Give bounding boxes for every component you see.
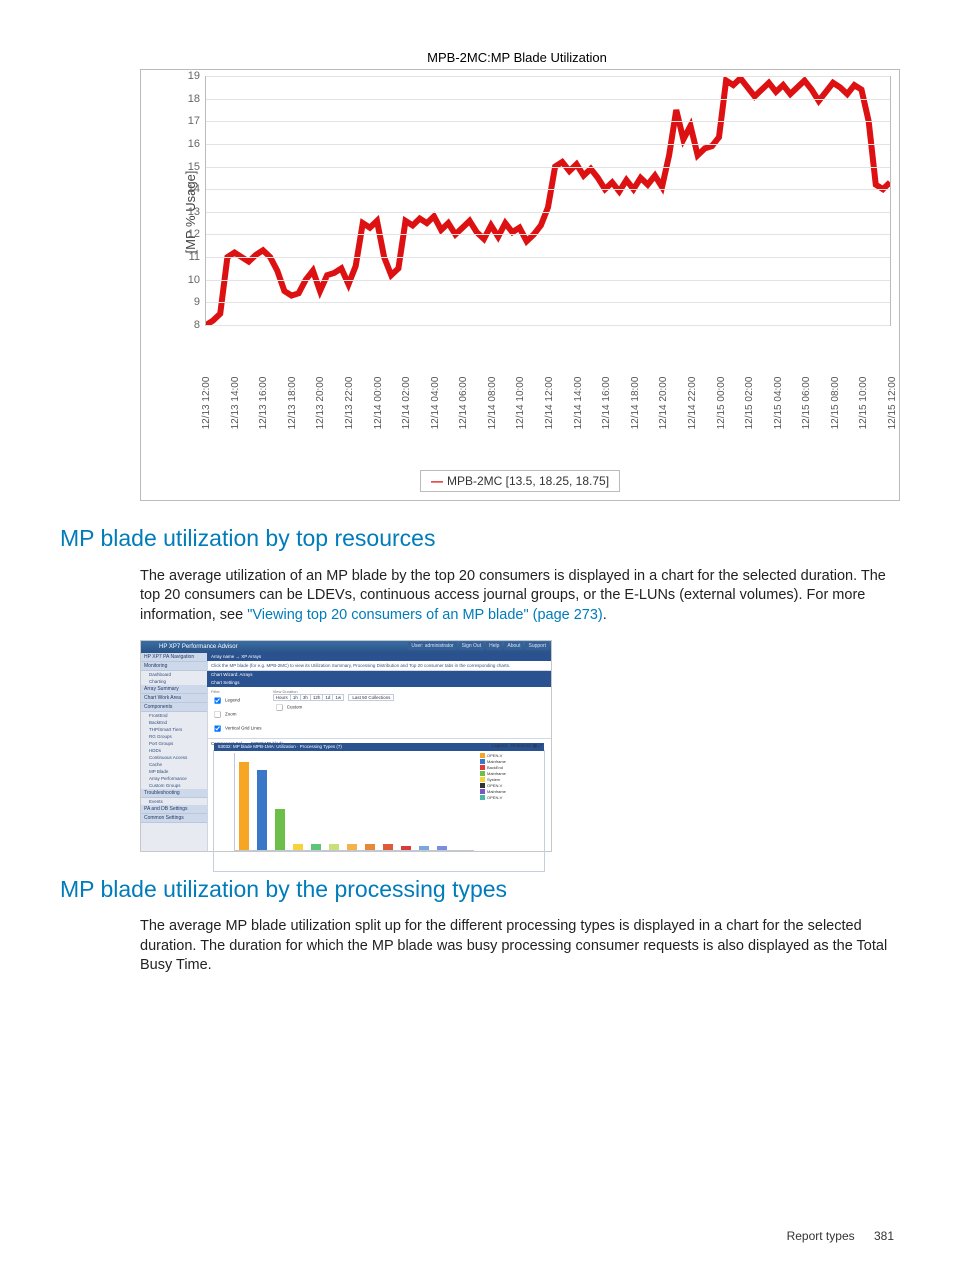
sidebar-item[interactable]: RG Groups — [141, 733, 207, 740]
sidebar-group[interactable]: Components — [141, 703, 207, 712]
bar — [401, 846, 411, 850]
sidebar-group[interactable]: Array Summary — [141, 685, 207, 694]
embedded-chart-legend: OPEN-VMainframeBackEndMainframeSystemOPE… — [480, 753, 542, 801]
sidebar-group[interactable]: Troubleshooting — [141, 789, 207, 798]
app-window-title: HP XP7 Performance Advisor — [159, 641, 238, 653]
top-button[interactable]: Sign Out — [459, 642, 484, 650]
bar — [275, 809, 285, 850]
bar — [293, 844, 303, 850]
top-resources-body: The average utilization of an MP blade b… — [140, 567, 894, 626]
sidebar-item[interactable]: Cache — [141, 761, 207, 768]
footer-page-number: 381 — [874, 1229, 894, 1243]
legend-series-label: MPB-2MC [13.5, 18.25, 18.75] — [447, 474, 609, 488]
bar — [257, 770, 267, 850]
bar — [347, 844, 357, 850]
link-top20-consumers[interactable]: "Viewing top 20 consumers of an MP blade… — [247, 607, 603, 623]
sidebar-item[interactable]: Dashboard — [141, 671, 207, 678]
top-button[interactable]: About — [504, 642, 523, 650]
sidebar-group[interactable]: Common Settings — [141, 814, 207, 823]
chart-title: MPB-2MC:MP Blade Utilization — [140, 50, 894, 65]
top-button[interactable]: Help — [486, 642, 502, 650]
chk-zoom[interactable]: Zoom — [211, 708, 262, 721]
bar — [419, 846, 429, 850]
sidebar-item[interactable]: Charting — [141, 678, 207, 685]
chk-vgrid[interactable]: Vertical Grid Lines — [211, 722, 262, 735]
sidebar-item[interactable]: Events — [141, 798, 207, 805]
band-chart-settings: Chart Settings — [207, 679, 551, 687]
last50-button[interactable]: Last 50 Collections — [348, 694, 394, 701]
top-button[interactable]: User: administrator — [408, 642, 456, 650]
top-resources-text-2: . — [603, 607, 607, 623]
bar — [365, 844, 375, 850]
sidebar-item[interactable]: FrontEnd — [141, 712, 207, 719]
chk-legend[interactable]: Legend — [211, 694, 262, 707]
hint-text: Click the MP blade (for e.g. MPB-2MC) to… — [207, 661, 551, 671]
sidebar-item[interactable]: Array Performance — [141, 775, 207, 782]
section-heading-proc-types: MP blade utilization by the processing t… — [60, 876, 894, 903]
bar — [239, 762, 249, 849]
chk-custom[interactable]: Custom — [273, 701, 395, 714]
sidebar-item[interactable]: THP/Smart Tiers — [141, 726, 207, 733]
sidebar-item[interactable]: HDDs — [141, 747, 207, 754]
bar — [329, 844, 339, 850]
bar — [383, 844, 393, 850]
embedded-chart-toolbar[interactable]: Legend · Reference ▦ ⤢ — [492, 743, 542, 749]
footer-section-label: Report types — [787, 1229, 855, 1243]
page-footer: Report types 381 — [787, 1229, 894, 1243]
top-button[interactable]: Support — [525, 642, 549, 650]
sidebar-item[interactable]: Custom Groups — [141, 782, 207, 789]
duration-group[interactable]: Hours1h3h12h1d1w — [273, 694, 344, 701]
sidebar-group[interactable]: Chart Work Area — [141, 694, 207, 703]
sidebar-item[interactable]: Port Groups — [141, 740, 207, 747]
chart-legend: —MPB-2MC [13.5, 18.25, 18.75] — [143, 470, 897, 492]
sidebar-item[interactable]: Continuous Access — [141, 754, 207, 761]
section-heading-top-resources: MP blade utilization by top resources — [60, 525, 894, 552]
bar — [437, 846, 447, 850]
band-chart-wizard: Chart Wizard: Arrays — [207, 671, 551, 679]
sidebar-item[interactable]: MP Blade — [141, 768, 207, 775]
sidebar-item[interactable]: BackEnd — [141, 719, 207, 726]
sidebar-group[interactable]: Monitoring — [141, 662, 207, 671]
proc-types-body: The average MP blade utilization split u… — [140, 917, 894, 976]
bar — [311, 844, 321, 850]
embedded-app-screenshot: HP XP7 Performance Advisor User: adminis… — [140, 640, 552, 852]
sidebar-group[interactable]: PA and DB Settings — [141, 805, 207, 814]
utilization-line-chart: MPB-2MC:MP Blade Utilization [MP % Usage… — [140, 50, 894, 501]
breadcrumb[interactable]: Array name → XP Arrays — [207, 653, 551, 661]
